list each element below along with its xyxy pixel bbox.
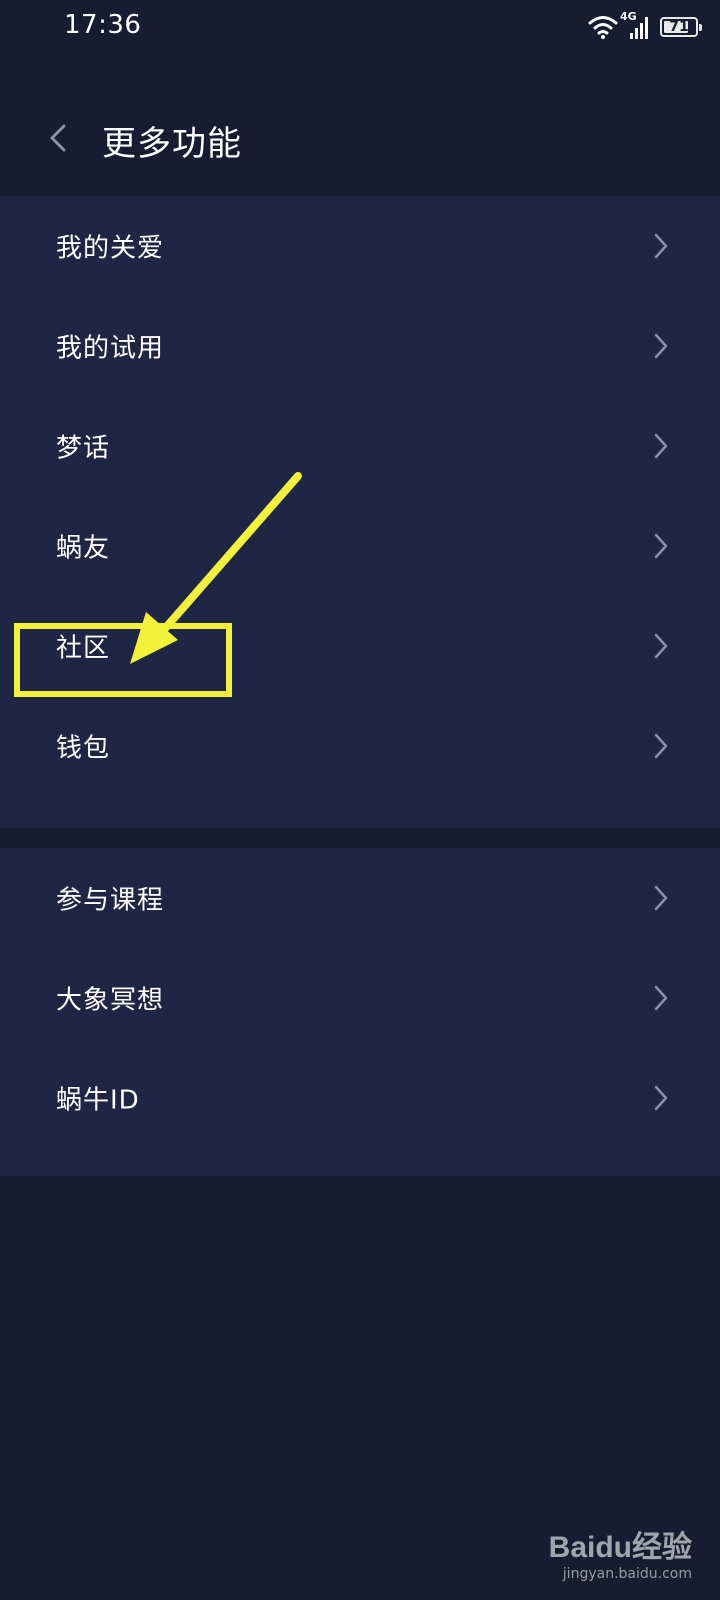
- menu-item-community[interactable]: 社区: [0, 596, 720, 696]
- menu-section-main: 我的关爱 我的试用 梦话 蜗友 社区 钱包: [0, 196, 720, 828]
- chevron-right-icon: [654, 233, 668, 259]
- back-icon[interactable]: [44, 120, 72, 156]
- menu-section-secondary: 参与课程 大象冥想 蜗牛ID: [0, 848, 720, 1176]
- header: 更多功能: [0, 80, 720, 196]
- chevron-right-icon: [654, 333, 668, 359]
- battery-icon: 71: [660, 17, 702, 37]
- chevron-right-icon: [654, 533, 668, 559]
- wifi-icon: [588, 16, 618, 39]
- chevron-right-icon: [654, 885, 668, 911]
- chevron-right-icon: [654, 1085, 668, 1111]
- page-title: 更多功能: [102, 124, 242, 164]
- menu-item-label: 参与课程: [56, 885, 165, 916]
- menu-item-label: 我的关爱: [56, 233, 165, 264]
- watermark-logo: Baidu经验: [548, 1531, 692, 1564]
- menu-item-snail-id[interactable]: 蜗牛ID: [0, 1048, 720, 1148]
- chevron-right-icon: [654, 733, 668, 759]
- menu-item-label: 梦话: [56, 433, 111, 464]
- watermark: Baidu经验 jingyan.baidu.com: [549, 1522, 692, 1582]
- menu-item-snail-friends[interactable]: 蜗友: [0, 496, 720, 596]
- chevron-right-icon: [654, 433, 668, 459]
- status-bar: 17:36 4G 71: [0, 0, 720, 56]
- menu-item-label: 蜗友: [56, 533, 111, 564]
- menu-item-sleep-talk[interactable]: 梦话: [0, 396, 720, 496]
- menu-item-label: 我的试用: [56, 333, 165, 364]
- menu-item-join-course[interactable]: 参与课程: [0, 848, 720, 948]
- chevron-right-icon: [654, 985, 668, 1011]
- menu-item-label: 钱包: [56, 733, 111, 764]
- chevron-right-icon: [654, 633, 668, 659]
- menu-item-label: 大象冥想: [56, 985, 165, 1016]
- watermark-url: jingyan.baidu.com: [562, 1566, 692, 1582]
- menu-item-wallet[interactable]: 钱包: [0, 696, 720, 796]
- signal-icon: [630, 17, 648, 39]
- battery-level: 71: [669, 19, 689, 35]
- menu-item-label: 蜗牛ID: [56, 1085, 140, 1116]
- menu-item-label: 社区: [56, 633, 111, 664]
- status-time: 17:36: [64, 10, 142, 40]
- menu-item-my-care[interactable]: 我的关爱: [0, 196, 720, 296]
- menu-item-elephant-meditation[interactable]: 大象冥想: [0, 948, 720, 1048]
- menu-item-my-trial[interactable]: 我的试用: [0, 296, 720, 396]
